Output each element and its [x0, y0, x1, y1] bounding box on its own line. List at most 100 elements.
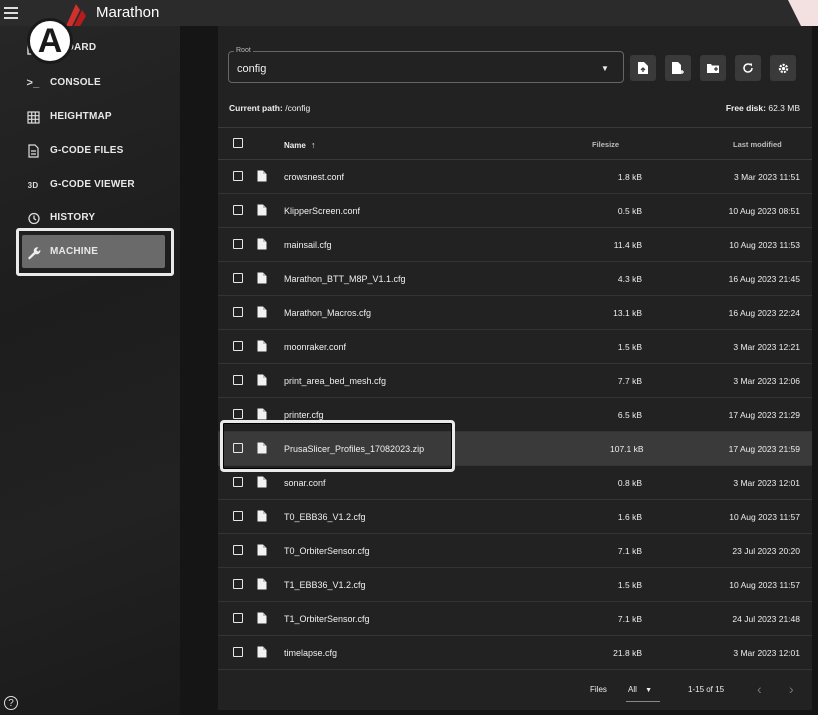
- row-checkbox[interactable]: [233, 409, 243, 419]
- file-size: 1.6 kB: [617, 512, 642, 522]
- row-checkbox[interactable]: [233, 341, 243, 351]
- file-size: 4.3 kB: [617, 274, 642, 284]
- table-row[interactable]: mainsail.cfg 11.4 kB 10 Aug 2023 11:53: [218, 228, 812, 262]
- file-modified: 16 Aug 2023 22:24: [728, 308, 800, 318]
- file-name[interactable]: mainsail.cfg: [284, 240, 332, 250]
- root-select[interactable]: [228, 51, 624, 83]
- file-icon: [257, 170, 267, 182]
- upload-file-button[interactable]: [630, 55, 656, 81]
- file-name[interactable]: moonraker.conf: [284, 342, 346, 352]
- file-modified: 10 Aug 2023 11:57: [729, 512, 800, 522]
- prev-page-icon[interactable]: ‹: [757, 681, 762, 697]
- table-row[interactable]: T1_OrbiterSensor.cfg 7.1 kB 24 Jul 2023 21…: [218, 602, 812, 636]
- row-checkbox[interactable]: [233, 171, 243, 181]
- row-checkbox[interactable]: [233, 511, 243, 521]
- app-title: Marathon: [96, 4, 160, 21]
- file-name[interactable]: T0_EBB36_V1.2.cfg: [284, 512, 366, 522]
- table-row[interactable]: timelapse.cfg 21.8 kB 3 Mar 2023 12:01: [218, 636, 812, 670]
- file-name[interactable]: printer.cfg: [284, 410, 324, 420]
- table-row[interactable]: T0_EBB36_V1.2.cfg 1.6 kB 10 Aug 2023 11:57: [218, 500, 812, 534]
- menu-icon[interactable]: [4, 7, 18, 19]
- logo-icon: [66, 4, 86, 26]
- create-folder-button[interactable]: [700, 55, 726, 81]
- row-checkbox[interactable]: [233, 579, 243, 589]
- files-per-page-label: Files: [590, 685, 607, 694]
- files-per-page-select[interactable]: All ▼: [628, 685, 652, 694]
- current-path-label: Current path:: [229, 103, 283, 113]
- file-name[interactable]: T0_OrbiterSensor.cfg: [284, 546, 370, 556]
- file-modified: 24 Jul 2023 21:48: [732, 614, 800, 624]
- next-page-icon[interactable]: ›: [789, 681, 794, 697]
- console-icon: >_: [26, 77, 40, 89]
- file-icon: [257, 612, 267, 624]
- row-checkbox[interactable]: [233, 477, 243, 487]
- file-modified: 3 Mar 2023 12:01: [733, 648, 800, 658]
- select-underline: [626, 701, 660, 702]
- row-checkbox[interactable]: [233, 239, 243, 249]
- sidebar-item-label: CONSOLE: [50, 77, 101, 88]
- table-row[interactable]: crowsnest.conf 1.8 kB 3 Mar 2023 11:51: [218, 160, 812, 194]
- root-select-label: Root: [234, 47, 253, 54]
- column-header-filesize[interactable]: Filesize: [592, 140, 619, 149]
- file-size: 1.5 kB: [617, 342, 642, 352]
- current-path-value: /config: [285, 103, 311, 113]
- file-icon: [257, 340, 267, 352]
- file-name[interactable]: crowsnest.conf: [284, 172, 344, 182]
- file-name[interactable]: sonar.conf: [284, 478, 326, 488]
- file-icon: [257, 306, 267, 318]
- row-checkbox[interactable]: [233, 375, 243, 385]
- file-size: 107.1 kB: [610, 444, 644, 454]
- sidebar-item-label: HISTORY: [50, 212, 96, 223]
- file-name[interactable]: Marathon_Macros.cfg: [284, 308, 371, 318]
- create-file-icon: [672, 62, 684, 74]
- table-row[interactable]: moonraker.conf 1.5 kB 3 Mar 2023 12:21: [218, 330, 812, 364]
- column-header-name[interactable]: Name ↑: [284, 140, 316, 150]
- file-size: 1.8 kB: [617, 172, 642, 182]
- file-name[interactable]: T1_OrbiterSensor.cfg: [284, 614, 370, 624]
- file-name[interactable]: Marathon_BTT_M8P_V1.1.cfg: [284, 274, 406, 284]
- pagination-range: 1-15 of 15: [688, 685, 725, 694]
- file-name[interactable]: T1_EBB36_V1.2.cfg: [284, 580, 366, 590]
- create-file-button[interactable]: [665, 55, 691, 81]
- file-modified: 17 Aug 2023 21:29: [728, 410, 800, 420]
- table-row[interactable]: T1_EBB36_V1.2.cfg 1.5 kB 10 Aug 2023 11:57: [218, 568, 812, 602]
- grid-icon: [25, 109, 41, 125]
- file-size: 6.5 kB: [617, 410, 642, 420]
- file-modified: 10 Aug 2023 11:57: [729, 580, 800, 590]
- file-modified: 3 Mar 2023 12:21: [733, 342, 800, 352]
- table-row[interactable]: T0_OrbiterSensor.cfg 7.1 kB 23 Jul 2023 20…: [218, 534, 812, 568]
- file-size: 7.7 kB: [617, 376, 642, 386]
- row-checkbox[interactable]: [233, 205, 243, 215]
- table-row[interactable]: KlipperScreen.conf 0.5 kB 10 Aug 2023 08:5…: [218, 194, 812, 228]
- file-icon: [257, 374, 267, 386]
- settings-button[interactable]: [770, 55, 796, 81]
- file-icon: [257, 272, 267, 284]
- row-checkbox[interactable]: [233, 307, 243, 317]
- column-header-modified[interactable]: Last modified: [733, 140, 782, 149]
- row-checkbox[interactable]: [233, 613, 243, 623]
- chevron-down-icon: ▼: [601, 64, 609, 73]
- file-icon: [257, 408, 267, 420]
- file-name[interactable]: print_area_bed_mesh.cfg: [284, 376, 386, 386]
- file-modified: 17 Aug 2023 21:59: [728, 444, 800, 454]
- file-name[interactable]: KlipperScreen.conf: [284, 206, 360, 216]
- file-modified: 3 Mar 2023 11:51: [734, 172, 800, 182]
- row-checkbox[interactable]: [233, 647, 243, 657]
- sidebar-item-label: HEIGHTMAP: [50, 111, 112, 122]
- free-disk: Free disk: 62.3 MB: [726, 103, 800, 113]
- file-size: 0.5 kB: [617, 206, 642, 216]
- refresh-button[interactable]: [735, 55, 761, 81]
- file-size: 7.1 kB: [617, 614, 642, 624]
- table-row[interactable]: Marathon_Macros.cfg 13.1 kB 16 Aug 2023 22…: [218, 296, 812, 330]
- table-row[interactable]: print_area_bed_mesh.cfg 7.7 kB 3 Mar 2023 …: [218, 364, 812, 398]
- sidebar-item-label: MACHINE: [50, 246, 99, 257]
- file-icon: [257, 544, 267, 556]
- file-icon: [257, 646, 267, 658]
- row-checkbox[interactable]: [233, 545, 243, 555]
- file-modified: 10 Aug 2023 11:53: [729, 240, 800, 250]
- row-checkbox[interactable]: [233, 273, 243, 283]
- table-row[interactable]: Marathon_BTT_M8P_V1.1.cfg 4.3 kB 16 Aug 20…: [218, 262, 812, 296]
- select-all-checkbox[interactable]: [233, 138, 243, 148]
- help-icon[interactable]: ?: [4, 696, 18, 710]
- file-name[interactable]: timelapse.cfg: [284, 648, 337, 658]
